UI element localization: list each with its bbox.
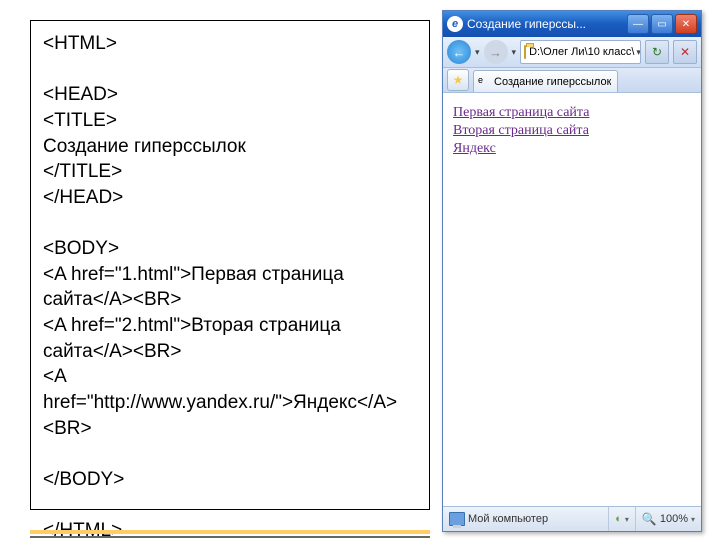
minimize-button[interactable]: — — [627, 14, 649, 34]
browser-tab[interactable]: e Создание гиперссылок — [473, 70, 618, 92]
tab-bar: ★ e Создание гиперссылок — [443, 68, 701, 93]
code-line: <HEAD> — [43, 82, 417, 108]
nav-toolbar: ← ▾ → ▾ D:\Олег Ли\10 класс\ ▾ ↻ ✕ — [443, 37, 701, 68]
chevron-down-icon: ▾ — [625, 515, 629, 524]
code-line: <A href="http://www.yandex.ru/">Яндекс</… — [43, 364, 417, 441]
slide-accent-line — [30, 536, 430, 538]
code-line: <TITLE> — [43, 108, 417, 134]
browser-window: e Создание гиперссы... — ▭ ✕ ← ▾ → ▾ D:\… — [442, 10, 702, 532]
tab-label: Создание гиперссылок — [494, 76, 611, 88]
folder-icon — [524, 45, 526, 59]
address-bar[interactable]: D:\Олег Ли\10 класс\ ▾ — [520, 40, 641, 64]
code-line: Создание гиперссылок — [43, 134, 417, 160]
address-dropdown-icon[interactable]: ▾ — [634, 47, 641, 58]
stop-button[interactable]: ✕ — [673, 40, 697, 64]
zoom-control[interactable]: 🔍 100% ▾ — [635, 507, 701, 531]
go-refresh-button[interactable]: ↻ — [645, 40, 669, 64]
ie-icon: e — [478, 75, 491, 88]
code-line: <BODY> — [43, 236, 417, 262]
code-line: </HEAD> — [43, 185, 417, 211]
favorites-button[interactable]: ★ — [447, 69, 469, 91]
hyperlink-3[interactable]: Яндекс — [453, 141, 691, 157]
ie-icon: e — [447, 16, 463, 32]
code-line: <A href="1.html">Первая страница сайта</… — [43, 262, 417, 313]
code-line: </TITLE> — [43, 159, 417, 185]
forward-history-dropdown[interactable]: ▾ — [512, 47, 517, 58]
window-titlebar[interactable]: e Создание гиперссы... — ▭ ✕ — [443, 11, 701, 37]
window-title: Создание гиперссы... — [467, 17, 627, 31]
zoom-level: 100% — [660, 513, 688, 525]
code-line: <HTML> — [43, 31, 417, 57]
hyperlink-2[interactable]: Вторая страница сайта — [453, 123, 691, 139]
chevron-down-icon: ▾ — [691, 515, 695, 524]
code-line: <A href="2.html">Вторая страница сайта</… — [43, 313, 417, 364]
protected-mode-segment[interactable]: ◐ ▾ — [608, 507, 635, 531]
hyperlink-1[interactable]: Первая страница сайта — [453, 105, 691, 121]
status-text: Мой компьютер — [468, 513, 548, 525]
zoom-icon: 🔍 — [642, 512, 657, 526]
back-button[interactable]: ← — [447, 40, 471, 64]
code-listing: <HTML> <HEAD> <TITLE> Создание гиперссыл… — [30, 20, 430, 510]
maximize-button[interactable]: ▭ — [651, 14, 673, 34]
address-text: D:\Олег Ли\10 класс\ — [529, 46, 634, 58]
slide-accent-bar — [30, 530, 430, 534]
code-line: </BODY> — [43, 467, 417, 493]
forward-button[interactable]: → — [484, 40, 508, 64]
close-button[interactable]: ✕ — [675, 14, 697, 34]
page-content: Первая страница сайта Вторая страница са… — [443, 93, 701, 171]
back-history-dropdown[interactable]: ▾ — [475, 47, 480, 58]
shield-icon: ◐ — [615, 513, 622, 525]
computer-icon — [449, 512, 465, 526]
status-bar: Мой компьютер ◐ ▾ 🔍 100% ▾ — [443, 506, 701, 531]
